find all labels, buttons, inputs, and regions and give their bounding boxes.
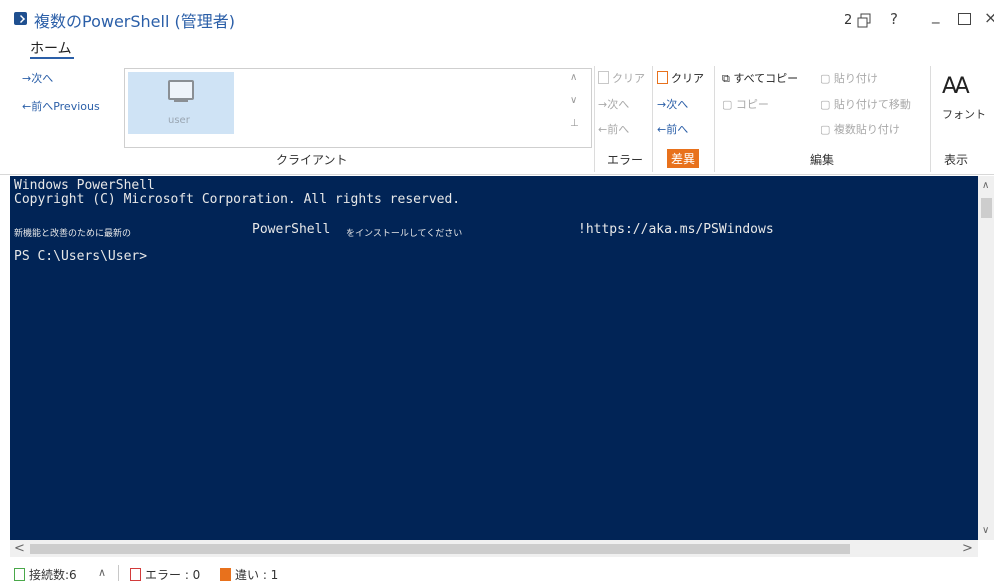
error-status-icon xyxy=(130,568,141,581)
error-clear-icon xyxy=(598,71,609,84)
group-label-edit: 編集 xyxy=(810,153,835,167)
error-clear-button[interactable]: クリア xyxy=(598,70,645,86)
group-label-diff: 差異 xyxy=(667,149,700,168)
cascade-windows-icon[interactable] xyxy=(856,13,872,29)
scroll-left-icon[interactable]: < xyxy=(14,541,25,556)
copy-button[interactable]: ▢ コピー xyxy=(722,96,769,112)
ribbon-separator xyxy=(714,66,715,172)
gallery-up-icon[interactable]: ∧ xyxy=(570,72,577,83)
diff-next-button[interactable]: →次へ xyxy=(657,96,688,112)
console-line: Windows PowerShell xyxy=(14,178,155,193)
diff-clear-button[interactable]: クリア xyxy=(657,70,704,86)
error-next-button[interactable]: →次へ xyxy=(598,96,629,112)
client-tile-label: user xyxy=(168,115,190,126)
next-client-button[interactable]: →次へ xyxy=(22,70,53,86)
copy-all-icon: ⧉ xyxy=(722,72,730,85)
paste-icon: ▢ xyxy=(820,72,831,85)
diff-prev-button[interactable]: ←前へ xyxy=(657,121,688,137)
scroll-down-icon[interactable]: ∨ xyxy=(982,525,989,536)
gallery-down-icon[interactable]: ∨ xyxy=(570,95,577,106)
copy-all-button[interactable]: ⧉ すべてコピー xyxy=(722,70,798,86)
status-connections: 接続数:6 xyxy=(14,566,77,583)
tab-home[interactable]: ホーム xyxy=(30,38,72,58)
paste-button[interactable]: ▢ 貼り付け xyxy=(820,70,878,86)
help-button[interactable]: ? xyxy=(890,10,898,28)
scroll-right-icon[interactable]: > xyxy=(962,541,973,556)
status-divider xyxy=(118,565,119,581)
active-tab-indicator xyxy=(30,57,74,59)
console-area[interactable] xyxy=(10,176,978,540)
monitor-stand xyxy=(174,100,188,102)
paste-multi-icon: ▢ xyxy=(820,123,831,136)
ribbon-separator xyxy=(652,66,653,172)
console-update-url: !https://aka.ms/PSWindows xyxy=(578,222,774,237)
maximize-button[interactable] xyxy=(958,13,971,25)
console-update-message: PowerShell xyxy=(252,222,331,237)
ribbon-separator xyxy=(930,66,931,172)
ribbon-separator xyxy=(594,66,595,172)
status-diffs: 違い : 1 xyxy=(220,566,278,583)
console-update-message: 新機能と改善のために最新の xyxy=(14,229,132,239)
gallery-expand-icon[interactable]: ⊥ xyxy=(570,118,579,129)
font-button-label[interactable]: フォント xyxy=(942,106,986,122)
window-title: 複数のPowerShell (管理者) xyxy=(34,12,235,31)
console-line: Copyright (C) Microsoft Corporation. All… xyxy=(14,192,461,207)
monitor-icon xyxy=(168,80,194,100)
status-errors: エラー : 0 xyxy=(130,566,200,583)
window-count: 2 xyxy=(844,13,853,28)
console-prompt[interactable]: PS C:\Users\User> xyxy=(14,249,147,264)
previous-client-button[interactable]: ←前へPrevious xyxy=(22,98,100,114)
status-expand-icon[interactable]: ∧ xyxy=(98,566,106,579)
connection-icon xyxy=(14,568,25,581)
font-icon[interactable]: AA xyxy=(942,74,970,99)
paste-multi-button[interactable]: ▢ 複数貼り付け xyxy=(820,121,900,137)
copy-icon: ▢ xyxy=(722,98,733,111)
scroll-up-icon[interactable]: ∧ xyxy=(982,180,989,191)
diff-status-icon xyxy=(220,568,231,581)
error-prev-button[interactable]: ←前へ xyxy=(598,121,629,137)
vertical-scroll-thumb[interactable] xyxy=(981,198,992,218)
vertical-scrollbar[interactable] xyxy=(978,176,994,540)
paste-move-button[interactable]: ▢ 貼り付けて移動 xyxy=(820,96,911,112)
minimize-button[interactable]: _ xyxy=(932,6,940,24)
powershell-icon xyxy=(14,12,27,25)
close-button[interactable]: × xyxy=(984,8,994,27)
diff-clear-icon xyxy=(657,71,668,84)
group-label-view: 表示 xyxy=(944,153,969,167)
group-label-client: クライアント xyxy=(276,153,348,167)
group-label-error: エラー xyxy=(607,153,644,167)
console-update-message: をインストールしてください xyxy=(346,229,463,239)
horizontal-scroll-thumb[interactable] xyxy=(30,544,850,554)
paste-move-icon: ▢ xyxy=(820,98,831,111)
